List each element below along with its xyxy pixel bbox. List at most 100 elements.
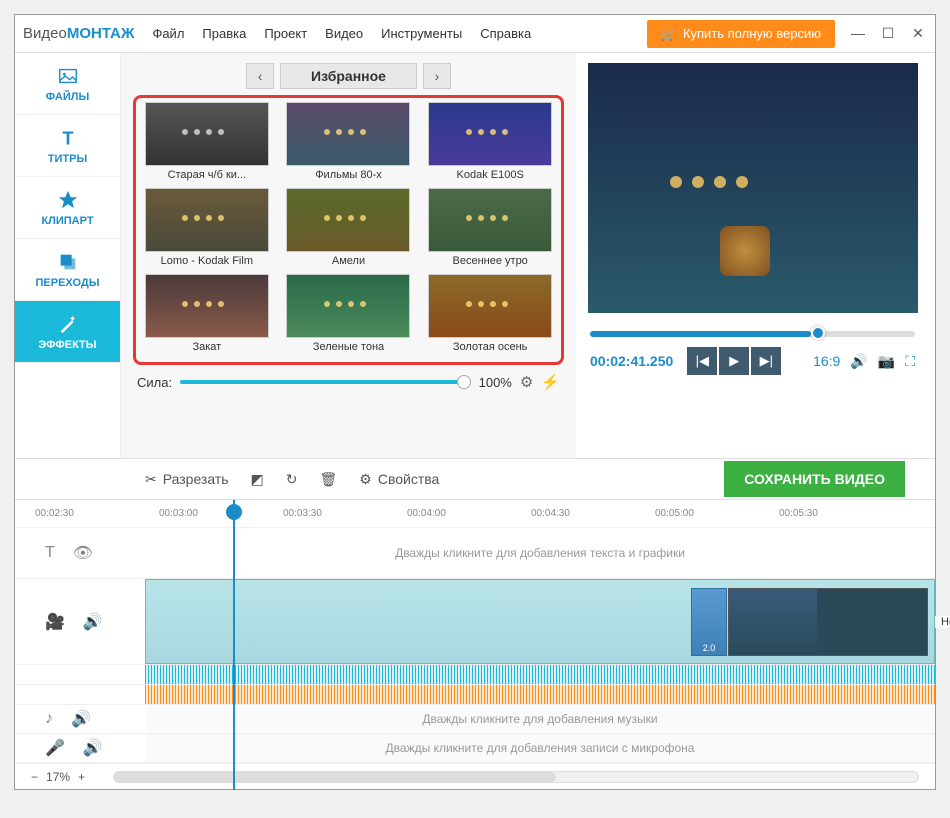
rotate-button[interactable]: ↻ xyxy=(286,471,298,488)
layers-icon xyxy=(57,251,79,273)
crop-button[interactable]: ◩ xyxy=(251,471,264,488)
snapshot-icon[interactable]: 📷 xyxy=(878,353,895,370)
effect-thumbnail xyxy=(428,102,552,166)
sidebar-item-titles[interactable]: T ТИТРЫ xyxy=(15,115,120,177)
ruler-tick: 00:04:00 xyxy=(407,508,446,519)
effect-thumbnail xyxy=(145,188,269,252)
music-track-icon: ♪ xyxy=(45,710,53,728)
preview-scene xyxy=(588,63,918,313)
video-clip[interactable]: HearthStone Hero xyxy=(728,588,928,656)
sidebar-item-files[interactable]: ФАЙЛЫ xyxy=(15,53,120,115)
effect-preset[interactable]: Амели xyxy=(282,188,416,272)
track-header-text: T 👁 xyxy=(15,528,145,578)
cut-label: Разрезать xyxy=(163,471,229,487)
visibility-icon[interactable]: 👁 xyxy=(73,543,93,563)
properties-button[interactable]: ⚙Свойства xyxy=(359,471,439,488)
app-logo: ВидеоМОНТАЖ xyxy=(23,25,134,42)
timeline-ruler[interactable]: 00:02:3000:03:0000:03:3000:04:0000:04:30… xyxy=(15,500,935,528)
playhead[interactable] xyxy=(233,500,235,790)
cut-button[interactable]: ✂Разрезать xyxy=(145,471,229,488)
effect-preset[interactable]: Весеннее утро xyxy=(423,188,557,272)
fullscreen-icon[interactable]: ⛶ xyxy=(905,353,915,370)
ruler-tick: 00:02:30 xyxy=(35,508,74,519)
effect-label: Амели xyxy=(332,252,365,272)
menu-video[interactable]: Видео xyxy=(325,26,363,41)
menu-project[interactable]: Проект xyxy=(264,26,307,41)
play-button[interactable]: ▶ xyxy=(719,347,749,375)
settings-icon[interactable]: ⚙ xyxy=(520,373,533,391)
volume-icon[interactable]: 🔊 xyxy=(71,709,91,729)
effect-label: Закат xyxy=(192,338,221,358)
effects-panel: ‹ Избранное › Старая ч/б ки...Фильмы 80-… xyxy=(121,53,576,458)
video-track-content[interactable]: 2.0 HearthStone Hero xyxy=(145,579,935,664)
effect-thumbnail xyxy=(428,188,552,252)
effect-preset[interactable]: Золотая осень xyxy=(423,274,557,358)
rotate-icon: ↻ xyxy=(286,471,298,488)
effects-grid-highlight: Старая ч/б ки... Фильмы 80-х Kodak E100S Lo… xyxy=(133,95,564,365)
clip-thumbnail xyxy=(729,589,817,655)
next-frame-button[interactable]: ▶| xyxy=(751,347,781,375)
effect-thumbnail xyxy=(286,102,410,166)
track-header-wave-b xyxy=(15,685,145,704)
transition-clip[interactable]: 2.0 xyxy=(691,588,727,656)
buy-label: Купить полную версию xyxy=(683,26,821,41)
sidebar-label: ФАЙЛЫ xyxy=(46,91,89,103)
save-video-button[interactable]: СОХРАНИТЬ ВИДЕО xyxy=(724,461,905,497)
effect-preset[interactable]: Зеленые тона xyxy=(282,274,416,358)
volume-icon[interactable]: 🔊 xyxy=(83,612,103,632)
buy-full-version-button[interactable]: 🛒 Купить полную версию xyxy=(647,20,835,48)
effect-label: Золотая осень xyxy=(453,338,528,358)
minimize-button[interactable]: — xyxy=(849,25,867,42)
waveform-b[interactable] xyxy=(145,685,935,704)
sidebar-label: ТИТРЫ xyxy=(48,153,87,165)
sidebar-item-clipart[interactable]: КЛИПАРТ xyxy=(15,177,120,239)
logo-text-a: Видео xyxy=(23,25,67,42)
volume-icon[interactable]: 🔊 xyxy=(83,738,103,758)
effect-preset[interactable]: Старая ч/б ки... xyxy=(140,102,274,186)
volume-icon[interactable]: 🔊 xyxy=(850,353,867,370)
waveform-a[interactable] xyxy=(145,665,935,684)
zoom-level: 17% xyxy=(46,770,70,784)
sidebar-item-effects[interactable]: ЭФФЕКТЫ xyxy=(15,301,120,363)
app-window: ВидеоМОНТАЖ Файл Правка Проект Видео Инс… xyxy=(14,14,936,790)
playback-track[interactable] xyxy=(590,331,915,337)
effect-thumbnail xyxy=(145,102,269,166)
effect-preset[interactable]: Закат xyxy=(140,274,274,358)
strength-slider[interactable] xyxy=(180,380,471,384)
playback-controls: 00:02:41.250 |◀ ▶ ▶| 16:9 🔊 📷 ⛶ xyxy=(582,341,923,381)
sidebar-item-transitions[interactable]: ПЕРЕХОДЫ xyxy=(15,239,120,301)
effect-preset[interactable]: Kodak E100S xyxy=(423,102,557,186)
effect-label: Фильмы 80-х xyxy=(315,166,382,186)
menu-edit[interactable]: Правка xyxy=(202,26,246,41)
track-header-video: 🎥 🔊 xyxy=(15,579,145,664)
maximize-button[interactable]: ☐ xyxy=(879,25,897,42)
slider-thumb[interactable] xyxy=(457,375,471,389)
close-button[interactable]: ✕ xyxy=(909,25,927,42)
mic-track-content[interactable]: Дважды кликните для добавления записи с … xyxy=(145,734,935,762)
next-category-button[interactable]: › xyxy=(423,63,451,89)
zoom-in-button[interactable]: + xyxy=(78,770,85,784)
gear-icon: ⚙ xyxy=(359,471,372,488)
menu-file[interactable]: Файл xyxy=(152,26,184,41)
track-music: ♪ 🔊 Дважды кликните для добавления музык… xyxy=(15,705,935,734)
magic-wand-icon[interactable]: ⚡ xyxy=(541,373,560,391)
main-menu: Файл Правка Проект Видео Инструменты Спр… xyxy=(152,26,531,41)
effect-preset[interactable]: Фильмы 80-х xyxy=(282,102,416,186)
effect-preset[interactable]: Lomo - Kodak Film xyxy=(140,188,274,272)
menu-tools[interactable]: Инструменты xyxy=(381,26,462,41)
zoom-out-button[interactable]: − xyxy=(31,770,38,784)
music-track-content[interactable]: Дважды кликните для добавления музыки xyxy=(145,705,935,733)
ruler-tick: 00:03:30 xyxy=(283,508,322,519)
playback-handle[interactable] xyxy=(811,326,825,340)
effect-label: Старая ч/б ки... xyxy=(168,166,247,186)
track-video: 🎥 🔊 2.0 HearthStone Hero xyxy=(15,579,935,665)
text-track-content[interactable]: Дважды кликните для добавления текста и … xyxy=(145,528,935,578)
aspect-ratio[interactable]: 16:9 xyxy=(813,353,840,369)
prev-frame-button[interactable]: |◀ xyxy=(687,347,717,375)
prev-category-button[interactable]: ‹ xyxy=(246,63,274,89)
trash-icon: 🗑 xyxy=(320,471,338,488)
scrollbar-thumb[interactable] xyxy=(114,772,556,782)
track-header-mic: 🎤 🔊 xyxy=(15,734,145,762)
menu-help[interactable]: Справка xyxy=(480,26,531,41)
delete-button[interactable]: 🗑 xyxy=(320,471,338,488)
